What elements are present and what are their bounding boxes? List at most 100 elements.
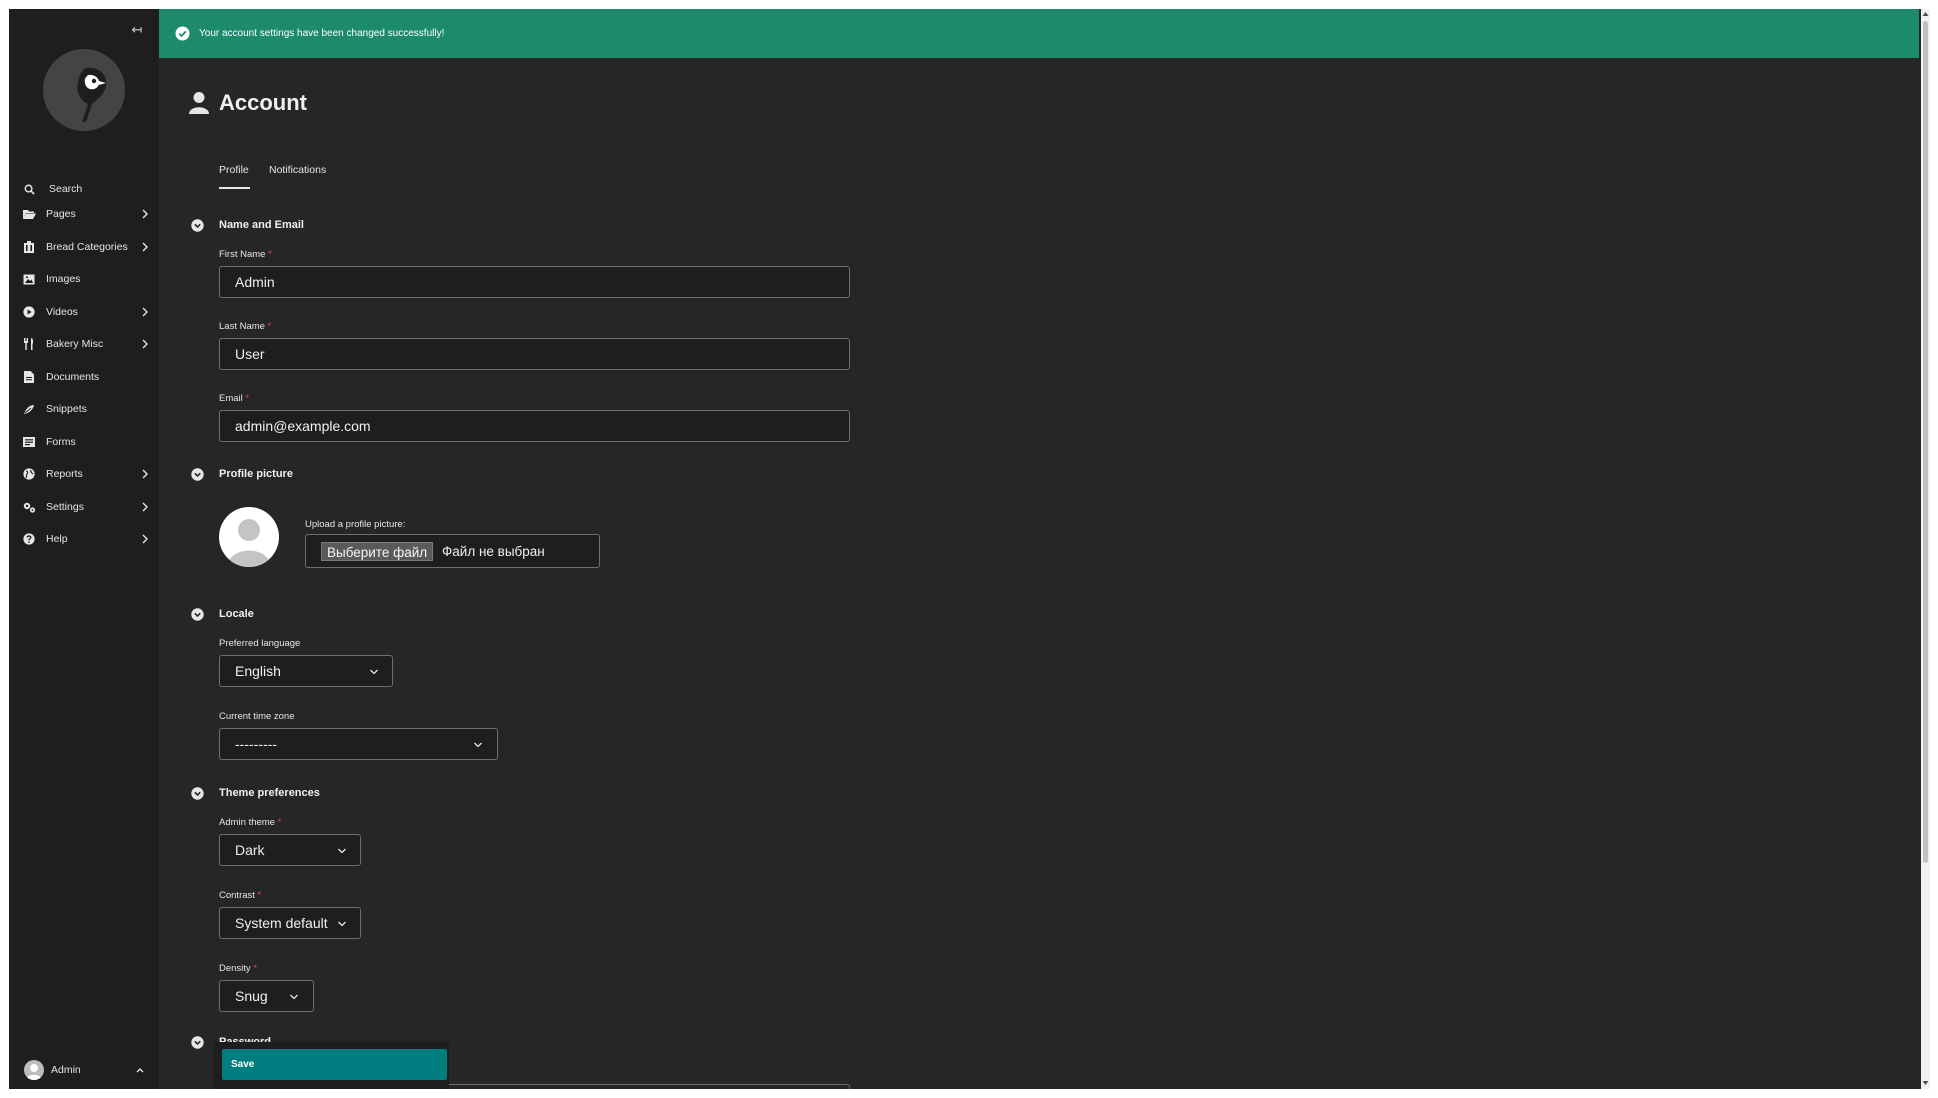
- email-input[interactable]: admin@example.com: [219, 410, 850, 442]
- search-icon: [22, 182, 36, 196]
- scroll-down-arrow-icon[interactable]: [1922, 1080, 1929, 1086]
- sidebar-item-label: Videos: [46, 306, 78, 318]
- scrollbar-thumb[interactable]: [1923, 21, 1928, 863]
- upload-label: Upload a profile picture:: [305, 519, 406, 530]
- sidebar-item-label: Bakery Misc: [46, 338, 104, 350]
- scroll-up-arrow-icon[interactable]: [1922, 11, 1929, 17]
- user-icon: [189, 92, 209, 114]
- sidebar-item-label: Documents: [46, 371, 100, 383]
- first-name-input[interactable]: Admin: [219, 266, 850, 298]
- sidebar-item-label: Search: [49, 183, 83, 195]
- active-tab-indicator: [219, 187, 250, 189]
- chevron-down-icon: [474, 742, 482, 748]
- sidebar-item-forms[interactable]: Forms: [9, 429, 159, 455]
- image-icon: [22, 272, 36, 286]
- profile-avatar: [219, 507, 279, 567]
- chevron-down-circle-icon[interactable]: [191, 787, 204, 800]
- save-button[interactable]: Save: [222, 1049, 447, 1080]
- sidebar-item-label: Snippets: [46, 403, 87, 415]
- section-title-theme: Theme preferences: [219, 787, 320, 799]
- banner-message: Your account settings have been changed …: [199, 28, 445, 39]
- save-footer: Save: [214, 1042, 449, 1089]
- admin-theme-value: Dark: [235, 842, 265, 858]
- density-value: Snug: [235, 988, 268, 1004]
- folder-open-icon: [22, 207, 36, 221]
- chevron-down-circle-icon[interactable]: [191, 1036, 204, 1049]
- timezone-select[interactable]: ---------: [219, 728, 498, 760]
- admin-theme-label: Admin theme *: [219, 817, 282, 828]
- chevron-right-icon: [142, 307, 148, 317]
- sidebar-item-label: Pages: [46, 208, 76, 220]
- chevron-down-icon: [370, 669, 378, 675]
- sidebar-item-label: Settings: [46, 501, 84, 513]
- sidebar-item-videos[interactable]: Videos: [9, 299, 159, 325]
- sidebar-item-help[interactable]: Help: [9, 526, 159, 552]
- account-menu-toggle[interactable]: Admin: [9, 1059, 159, 1083]
- user-name: Admin: [51, 1064, 81, 1076]
- play-circle-icon: [22, 305, 36, 319]
- contrast-label: Contrast *: [219, 890, 262, 901]
- help-icon: [22, 532, 36, 546]
- chevron-right-icon: [142, 242, 148, 252]
- chevron-right-icon: [142, 339, 148, 349]
- user-avatar: [24, 1060, 44, 1080]
- email-label: Email *: [219, 393, 250, 404]
- form-icon: [22, 435, 36, 449]
- sidebar-item-pages[interactable]: Pages: [9, 201, 159, 227]
- sidebar-item-settings[interactable]: Settings: [9, 494, 159, 520]
- tab-notifications[interactable]: Notifications: [269, 164, 326, 176]
- contrast-select[interactable]: System default: [219, 907, 361, 939]
- chevron-up-icon: [136, 1068, 144, 1073]
- choose-file-button[interactable]: Выберите файл: [321, 542, 434, 561]
- sidebar-item-label: Reports: [46, 468, 83, 480]
- main-content: Your account settings have been changed …: [159, 9, 1930, 1089]
- tab-profile[interactable]: Profile: [219, 164, 249, 176]
- sidebar-item-reports[interactable]: Reports: [9, 461, 159, 487]
- section-title-locale: Locale: [219, 608, 254, 620]
- last-name-input[interactable]: User: [219, 338, 850, 370]
- timezone-label: Current time zone: [219, 711, 295, 722]
- wagtail-logo[interactable]: [42, 48, 126, 132]
- cogs-icon: [22, 500, 36, 514]
- document-icon: [22, 370, 36, 384]
- density-label: Density *: [219, 963, 258, 974]
- chevron-down-circle-icon[interactable]: [191, 608, 204, 621]
- section-title-name-email: Name and Email: [219, 219, 304, 231]
- success-check-icon: [175, 26, 190, 41]
- chevron-right-icon: [142, 469, 148, 479]
- sidebar-item-bakery-misc[interactable]: Bakery Misc: [9, 331, 159, 357]
- language-label: Preferred language: [219, 638, 301, 649]
- contrast-value: System default: [235, 915, 328, 931]
- section-title-profile-picture: Profile picture: [219, 468, 293, 480]
- success-banner: Your account settings have been changed …: [159, 9, 1919, 58]
- chevron-down-icon: [290, 994, 298, 1000]
- page-title: Account: [219, 90, 307, 115]
- sidebar-item-images[interactable]: Images: [9, 266, 159, 292]
- globe-icon: [22, 467, 36, 481]
- chevron-right-icon: [142, 209, 148, 219]
- sidebar-item-search[interactable]: Search: [9, 176, 159, 202]
- collapse-sidebar-icon[interactable]: ↤: [127, 21, 147, 41]
- chevron-down-circle-icon[interactable]: [191, 468, 204, 481]
- sidebar-item-label: Forms: [46, 436, 76, 448]
- snippet-icon: [22, 402, 36, 416]
- building-icon: [22, 240, 36, 254]
- sidebar-item-bread-categories[interactable]: Bread Categories: [9, 234, 159, 260]
- chevron-down-circle-icon[interactable]: [191, 219, 204, 232]
- sidebar-item-snippets[interactable]: Snippets: [9, 396, 159, 422]
- sidebar-item-documents[interactable]: Documents: [9, 364, 159, 390]
- sidebar-item-label: Images: [46, 273, 81, 285]
- file-status: Файл не выбран: [442, 544, 545, 559]
- file-input[interactable]: Выберите файл Файл не выбран: [305, 534, 600, 568]
- sidebar-item-label: Bread Categories: [46, 241, 128, 253]
- language-value: English: [235, 663, 281, 679]
- last-name-label: Last Name *: [219, 321, 272, 332]
- language-select[interactable]: English: [219, 655, 393, 687]
- sidebar-item-label: Help: [46, 533, 68, 545]
- timezone-value: ---------: [235, 736, 277, 752]
- app-window: ↤ Search Pages Bread Categories Images V…: [9, 9, 1930, 1089]
- density-select[interactable]: Snug: [219, 980, 314, 1012]
- chevron-right-icon: [142, 502, 148, 512]
- admin-theme-select[interactable]: Dark: [219, 834, 361, 866]
- chevron-down-icon: [338, 848, 346, 854]
